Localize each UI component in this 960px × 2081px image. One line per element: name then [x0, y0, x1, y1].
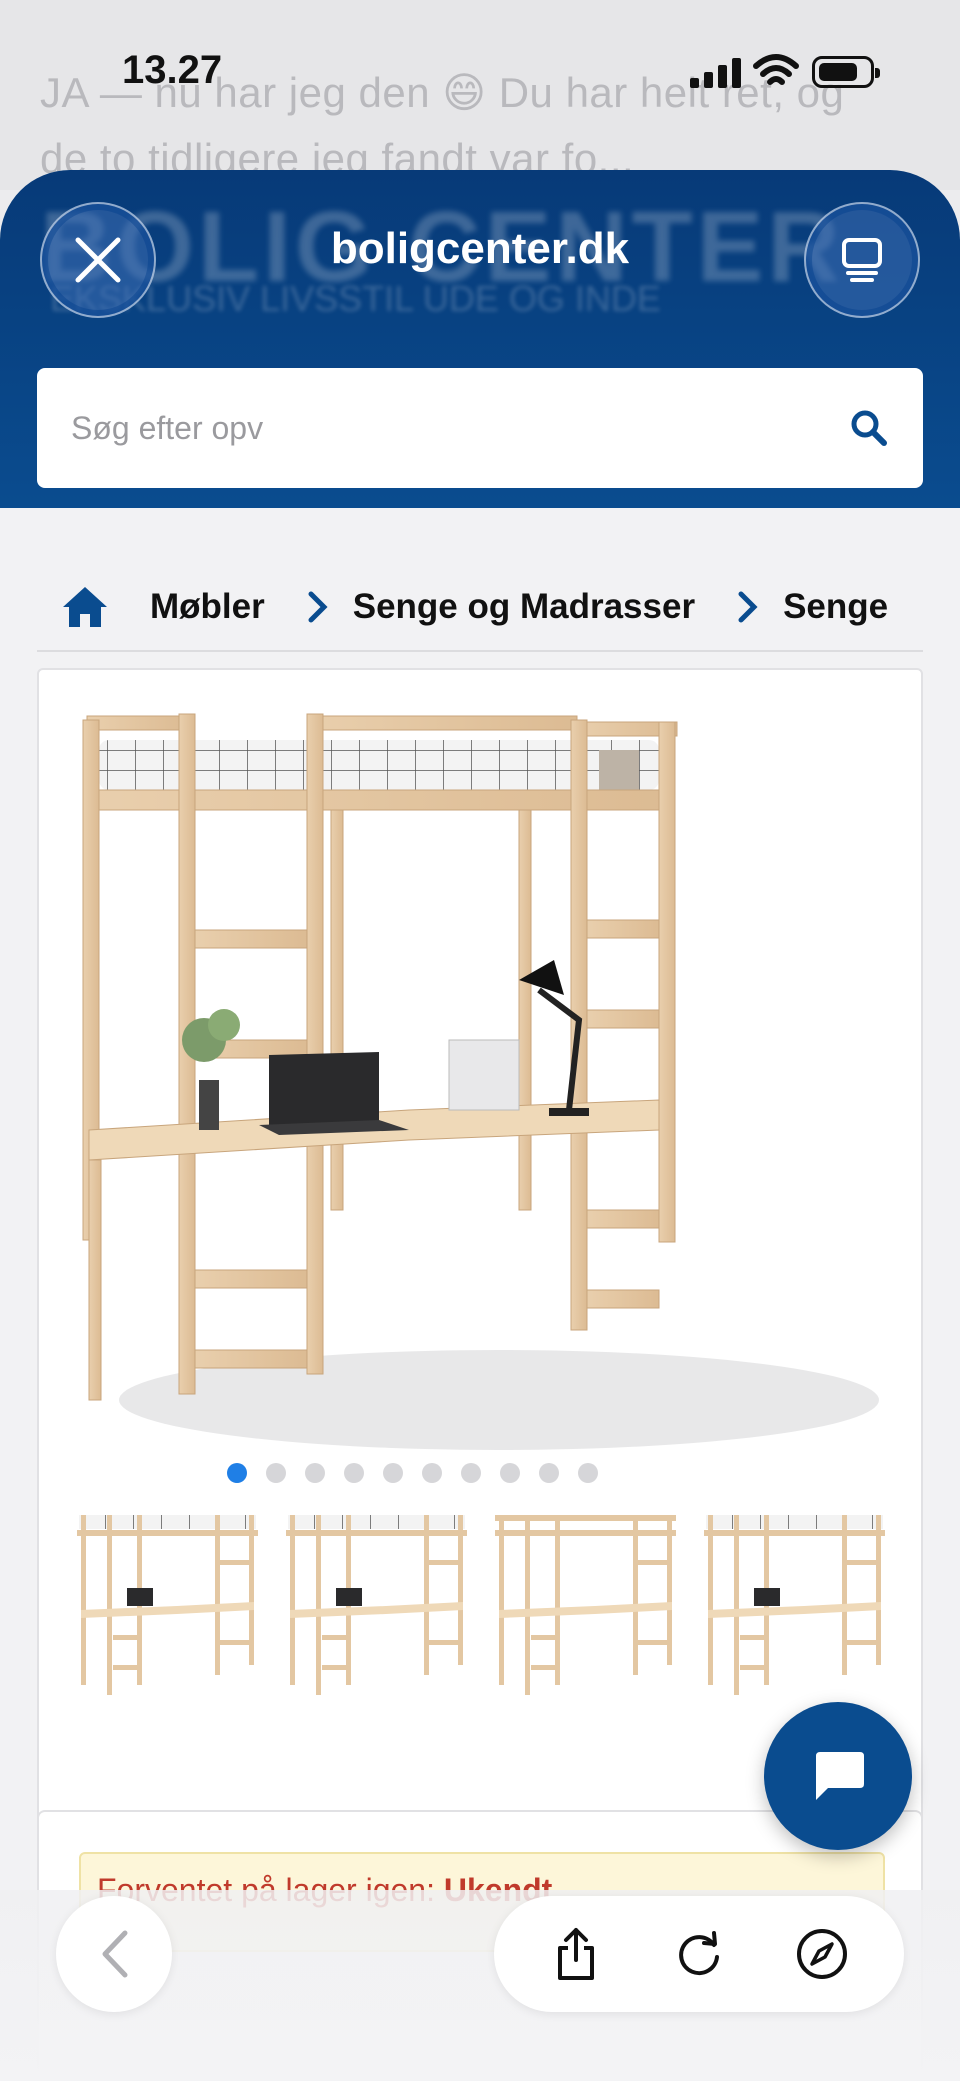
- share-icon: [557, 1928, 594, 1980]
- gallery-dot[interactable]: [343, 1463, 364, 1483]
- gallery-thumbnail[interactable]: [77, 1510, 258, 1700]
- chat-button[interactable]: [764, 1702, 912, 1850]
- site-header: BOLIG CENTER EKSKLUSIV LIVSSTIL UDE OG I…: [0, 170, 960, 508]
- gallery-dot[interactable]: [460, 1463, 481, 1483]
- tabs-icon: [842, 238, 882, 282]
- gallery-dot[interactable]: [382, 1463, 403, 1483]
- reload-icon: [679, 1931, 719, 1976]
- close-icon: [75, 237, 121, 283]
- gallery-thumbnail[interactable]: [495, 1510, 676, 1700]
- battery-icon: [812, 56, 880, 88]
- browser-sheet: BOLIG CENTER EKSKLUSIV LIVSSTIL UDE OG I…: [0, 170, 960, 2081]
- divider: [37, 650, 923, 652]
- gallery-thumbnail[interactable]: [286, 1510, 467, 1700]
- reload-button[interactable]: [664, 1919, 734, 1989]
- back-button[interactable]: [56, 1896, 172, 2012]
- gallery-dot[interactable]: [226, 1463, 247, 1483]
- search-bar: [37, 368, 923, 488]
- home-icon[interactable]: [60, 582, 110, 632]
- tabs-button[interactable]: [804, 202, 920, 318]
- wifi-icon: [753, 54, 799, 85]
- browser-actions: [494, 1896, 904, 2012]
- gallery-dot[interactable]: [421, 1463, 442, 1483]
- chevron-right-icon: [295, 590, 341, 624]
- gallery-thumbnails: [77, 1510, 887, 1700]
- breadcrumb-item-moebler[interactable]: Møbler: [150, 587, 265, 627]
- gallery-dot[interactable]: [577, 1463, 598, 1483]
- chat-icon: [816, 1752, 864, 1800]
- gallery-pagination: [39, 1463, 925, 1483]
- gallery-dot[interactable]: [265, 1463, 286, 1483]
- close-button[interactable]: [40, 202, 156, 318]
- status-bar: 13.27: [0, 0, 960, 120]
- gallery-dot[interactable]: [538, 1463, 559, 1483]
- chevron-right-icon: [725, 590, 771, 624]
- search-icon[interactable]: [849, 408, 889, 448]
- share-button[interactable]: [541, 1919, 611, 1989]
- browser-toolbar: [0, 1890, 960, 2081]
- product-image[interactable]: [79, 710, 885, 1470]
- gallery-thumbnail[interactable]: [704, 1510, 885, 1700]
- cellular-signal-icon: [690, 58, 746, 88]
- breadcrumb-item-senge[interactable]: Senge: [783, 587, 888, 627]
- chevron-left-icon: [102, 1930, 128, 1978]
- search-input[interactable]: [71, 398, 831, 458]
- compass-button[interactable]: [787, 1919, 857, 1989]
- breadcrumb: Møbler Senge og Madrasser Senge: [60, 572, 900, 642]
- gallery-dot[interactable]: [304, 1463, 325, 1483]
- status-time: 13.27: [122, 48, 223, 92]
- gallery-dot[interactable]: [499, 1463, 520, 1483]
- compass-icon: [797, 1929, 848, 1979]
- breadcrumb-item-senge-og-madrasser[interactable]: Senge og Madrasser: [353, 587, 695, 627]
